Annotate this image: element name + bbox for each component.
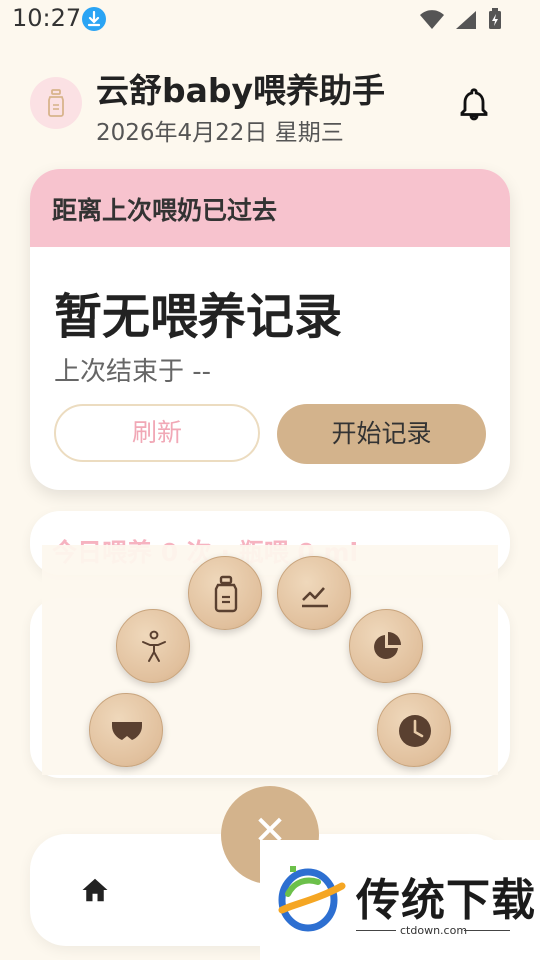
radial-bottle-button[interactable] <box>188 556 262 630</box>
current-date: 2026年4月22日 星期三 <box>96 120 344 146</box>
pie-chart-icon <box>374 632 401 659</box>
system-icons <box>414 8 502 34</box>
feeding-status-text: 暂无喂养记录 <box>54 289 343 345</box>
watermark-text: 传统下载 <box>356 875 536 926</box>
diaper-icon <box>112 722 142 740</box>
battery-icon <box>489 8 501 29</box>
card-header: 距离上次喂奶已过去 <box>30 169 510 247</box>
watermark-url: ctdown.com <box>400 924 468 937</box>
radial-baby-button[interactable] <box>116 609 190 683</box>
refresh-button[interactable]: 刷新 <box>54 404 260 462</box>
watermark-logo-icon <box>278 866 346 932</box>
home-icon[interactable] <box>80 876 110 908</box>
status-time: 10:27 <box>12 4 82 32</box>
radial-timer-button[interactable] <box>377 693 451 767</box>
signal-icon <box>455 11 476 29</box>
watermark-divider <box>464 930 510 931</box>
watermark: 传统下载 ctdown.com <box>260 840 540 960</box>
radial-chart-button[interactable] <box>277 556 351 630</box>
feeding-status-card: 距离上次喂奶已过去 暂无喂养记录 上次结束于 -- 刷新 开始记录 <box>30 169 510 490</box>
bell-icon[interactable] <box>456 86 492 126</box>
app-title: 云舒baby喂养助手 <box>96 71 386 110</box>
watermark-divider <box>356 930 396 931</box>
bottle-icon <box>214 575 238 613</box>
clock-icon <box>399 715 431 747</box>
wifi-icon <box>419 10 444 29</box>
last-end-text: 上次结束于 -- <box>54 357 212 387</box>
radial-stats-button[interactable] <box>349 609 423 683</box>
radial-diaper-button[interactable] <box>89 693 163 767</box>
app-logo <box>30 77 82 129</box>
card-heading: 距离上次喂奶已过去 <box>52 196 278 225</box>
baby-icon <box>142 630 166 662</box>
chart-icon <box>302 587 328 608</box>
start-record-button[interactable]: 开始记录 <box>277 404 486 464</box>
bottle-icon <box>48 89 64 117</box>
download-icon <box>82 7 106 31</box>
status-bar: 10:27 <box>0 0 540 38</box>
